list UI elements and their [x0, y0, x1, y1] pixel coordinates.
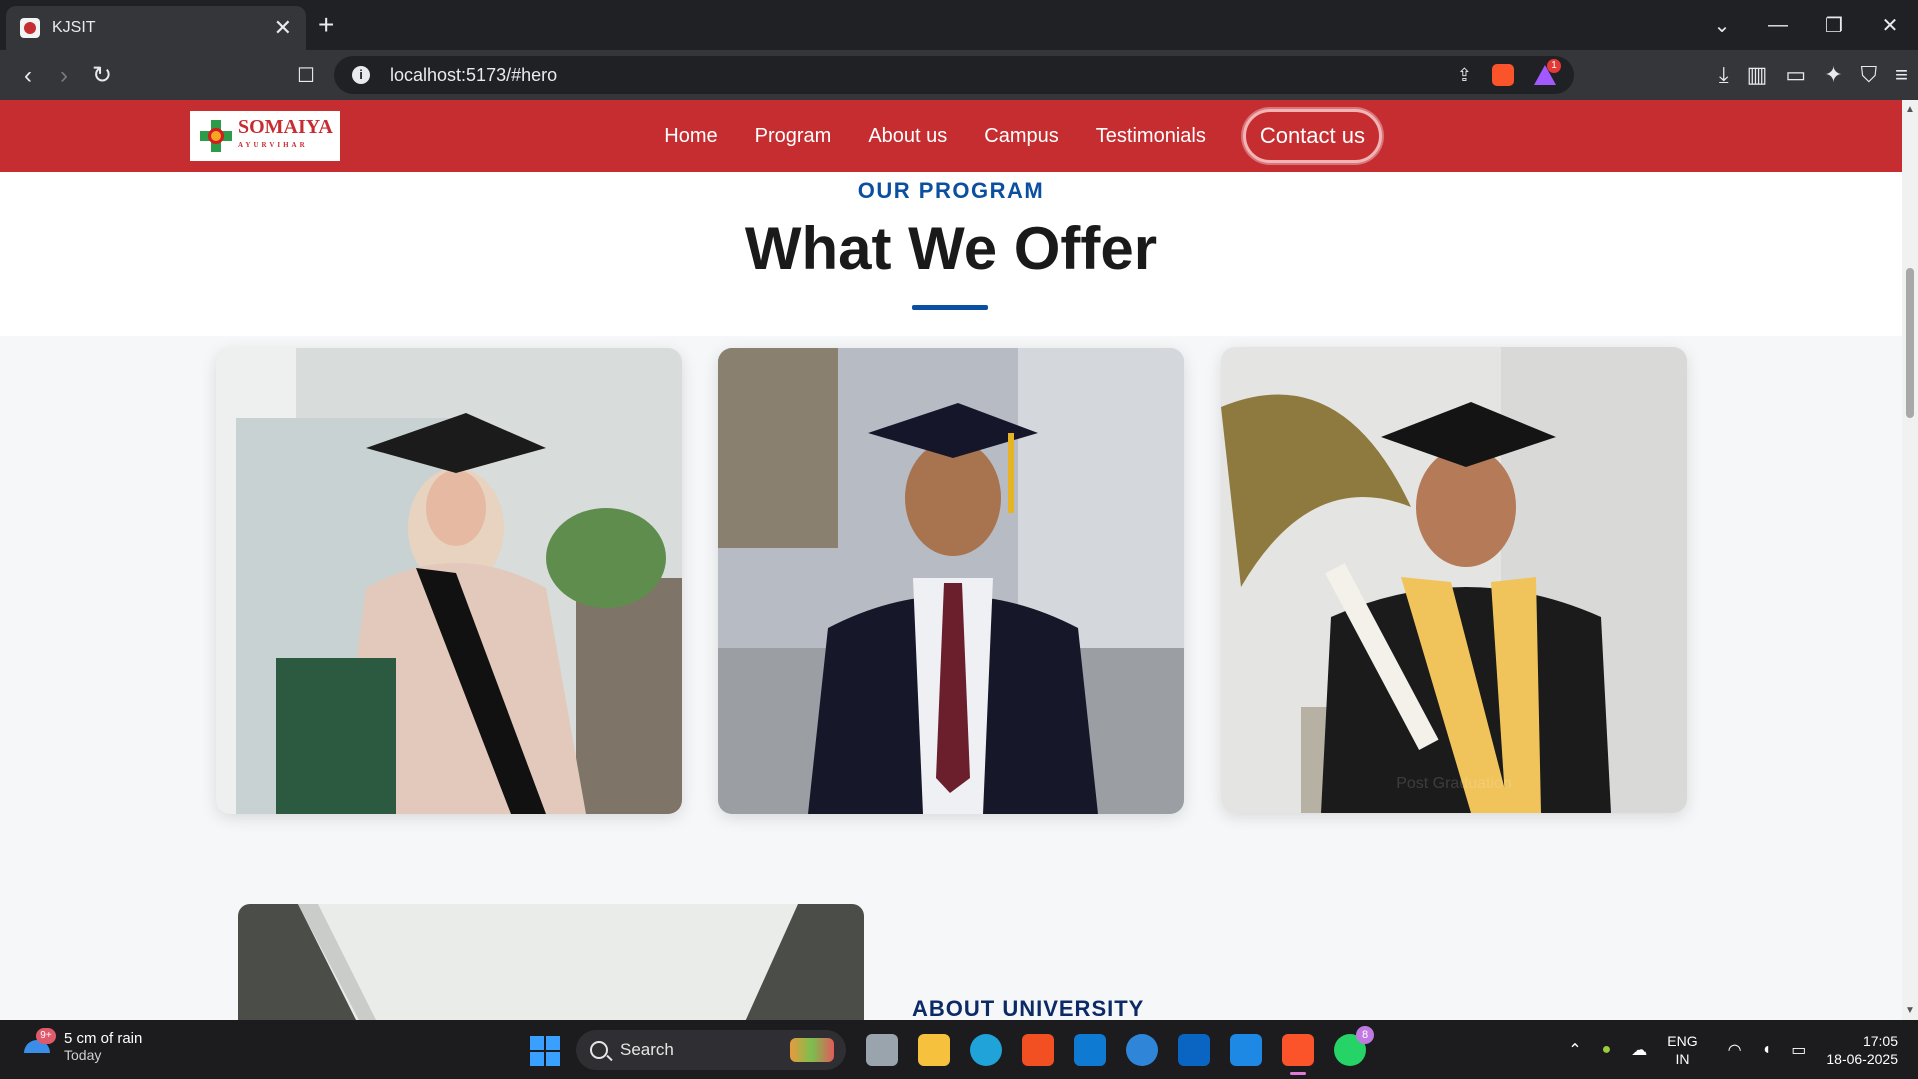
logo-text: SOMAIYA AYURVIHAR: [238, 116, 333, 149]
tab-title: KJSIT: [52, 19, 96, 36]
nav-about-us[interactable]: About us: [868, 125, 947, 148]
program-card-graduate-woman[interactable]: [216, 348, 682, 814]
wifi-icon[interactable]: ◠: [1728, 1040, 1742, 1060]
minimize-button[interactable]: —: [1750, 14, 1806, 37]
contact-us-button[interactable]: Contact us: [1242, 109, 1382, 163]
site-logo[interactable]: SOMAIYA AYURVIHAR: [190, 111, 340, 161]
scroll-down-icon[interactable]: ▼: [1905, 1005, 1915, 1016]
sidebar-icon[interactable]: ▥: [1747, 62, 1768, 88]
file-explorer-icon[interactable]: [918, 1034, 950, 1066]
nav-campus[interactable]: Campus: [984, 125, 1058, 148]
taskbar-search[interactable]: Search: [576, 1030, 846, 1070]
volume-icon[interactable]: ◖: [1762, 1041, 1772, 1059]
graduate-woman-photo: [216, 348, 682, 814]
taskbar-apps: 8: [866, 1026, 1374, 1075]
program-card-graduate-man[interactable]: [718, 348, 1184, 814]
help-icon[interactable]: [1126, 1034, 1158, 1066]
clock-time: 17:05: [1862, 1032, 1898, 1049]
brave-browser-icon[interactable]: [1282, 1034, 1314, 1075]
site-header: SOMAIYA AYURVIHAR Home Program About us …: [0, 100, 1902, 172]
share-icon[interactable]: ⇪: [1457, 65, 1472, 86]
program-heading: What We Offer: [744, 215, 1158, 282]
whatsapp-icon[interactable]: 8: [1334, 1026, 1374, 1066]
page-scrollbar[interactable]: ▲ ▼: [1902, 100, 1918, 1020]
weather-badge: 9+: [36, 1027, 56, 1044]
whatsapp-badge: 8: [1356, 1026, 1374, 1044]
weather-title: 5 cm of rain: [64, 1030, 143, 1047]
onedrive-icon[interactable]: ☁: [1631, 1040, 1647, 1060]
reload-icon[interactable]: ↻: [86, 60, 118, 92]
close-window-button[interactable]: ✕: [1862, 13, 1918, 38]
logo-cross-icon: [200, 120, 232, 152]
new-tab-button[interactable]: +: [318, 10, 334, 40]
bookmark-icon[interactable]: ☐: [290, 60, 322, 92]
battery-icon[interactable]: ▭: [1791, 1040, 1806, 1060]
page-viewport: SOMAIYA AYURVIHAR Home Program About us …: [0, 100, 1902, 1020]
tab-close-icon[interactable]: ✕: [274, 17, 292, 39]
brave-shields-icon[interactable]: [1492, 64, 1514, 86]
graduate-man-diploma-photo: [1221, 347, 1687, 813]
window-controls: ⌄ — ❐ ✕: [1694, 0, 1918, 50]
tray-app-icon[interactable]: ●: [1602, 1041, 1612, 1059]
restore-button[interactable]: ❐: [1806, 13, 1862, 38]
outlook-icon[interactable]: [1178, 1034, 1210, 1066]
wallet-icon[interactable]: ▭: [1785, 62, 1806, 88]
vscode-icon[interactable]: [1230, 1034, 1262, 1066]
program-kicker: OUR PROGRAM: [857, 178, 1045, 203]
edge-icon[interactable]: [970, 1034, 1002, 1066]
system-clock[interactable]: 17:05 18-06-2025: [1826, 1032, 1898, 1068]
download-icon[interactable]: ⤓: [1719, 62, 1729, 88]
address-bar[interactable]: i localhost:5173/#hero ⇪ 1: [334, 56, 1574, 94]
back-icon[interactable]: ‹: [12, 60, 44, 92]
search-icon: [590, 1041, 608, 1059]
site-info-icon[interactable]: i: [352, 66, 370, 84]
building-photo: [238, 904, 864, 1020]
task-view-icon[interactable]: [866, 1034, 898, 1066]
nav-program[interactable]: Program: [755, 125, 832, 148]
system-tray: ⌃ ● ☁ ENG IN ◠ ◖ ▭ 17:05 18-06-2025: [1568, 1020, 1918, 1079]
browser-tab-strip: KJSIT ✕ + ⌄ — ❐ ✕: [0, 0, 1918, 50]
weather-subtitle: Today: [64, 1047, 102, 1063]
rewards-badge: 1: [1547, 59, 1561, 73]
url-text[interactable]: localhost:5173/#hero: [390, 65, 557, 86]
toolbar-right-icons: ⤓ ▥ ▭ ✦ ⛉ ≡: [1719, 62, 1908, 88]
nav-home[interactable]: Home: [664, 125, 717, 148]
menu-icon[interactable]: ≡: [1895, 62, 1908, 88]
program-card-post-graduation[interactable]: Post Graduation: [1221, 347, 1687, 813]
umbrella-icon: 9+: [22, 1027, 56, 1062]
nav-testimonials[interactable]: Testimonials: [1096, 125, 1206, 148]
about-university-image: [238, 904, 864, 1020]
scroll-up-icon[interactable]: ▲: [1905, 104, 1915, 115]
about-kicker: ABOUT UNIVERSITY: [912, 996, 1145, 1020]
leo-ai-icon[interactable]: ✦: [1824, 62, 1842, 88]
graduate-man-photo: [718, 348, 1184, 814]
scroll-thumb[interactable]: [1906, 268, 1914, 418]
search-highlight-icon: [790, 1038, 834, 1062]
vpn-icon[interactable]: ⛉: [1861, 62, 1878, 88]
windows-taskbar: 9+ 5 cm of rain Today Search 8 ⌃ ● ☁ ENG…: [0, 1020, 1918, 1079]
site-favicon-icon: [20, 18, 40, 38]
search-label: Search: [620, 1040, 674, 1059]
windows-start-icon[interactable]: [530, 1036, 560, 1066]
forward-icon[interactable]: ›: [48, 60, 80, 92]
myhp-icon[interactable]: [1074, 1034, 1106, 1066]
weather-widget[interactable]: 9+ 5 cm of rain Today: [22, 1027, 143, 1063]
card-label: Post Graduation: [1396, 775, 1512, 792]
brave-rewards-icon[interactable]: 1: [1534, 59, 1561, 85]
tab-search-icon[interactable]: ⌄: [1694, 13, 1750, 38]
show-hidden-icons-icon[interactable]: ⌃: [1568, 1040, 1581, 1060]
browser-tab[interactable]: KJSIT ✕: [6, 6, 306, 50]
language-indicator[interactable]: ENG IN: [1667, 1032, 1697, 1068]
microsoft-store-icon[interactable]: [1022, 1034, 1054, 1066]
heading-underline: [912, 305, 988, 310]
main-navigation: Home Program About us Campus Testimonial…: [664, 100, 1902, 172]
clock-date: 18-06-2025: [1826, 1050, 1898, 1067]
